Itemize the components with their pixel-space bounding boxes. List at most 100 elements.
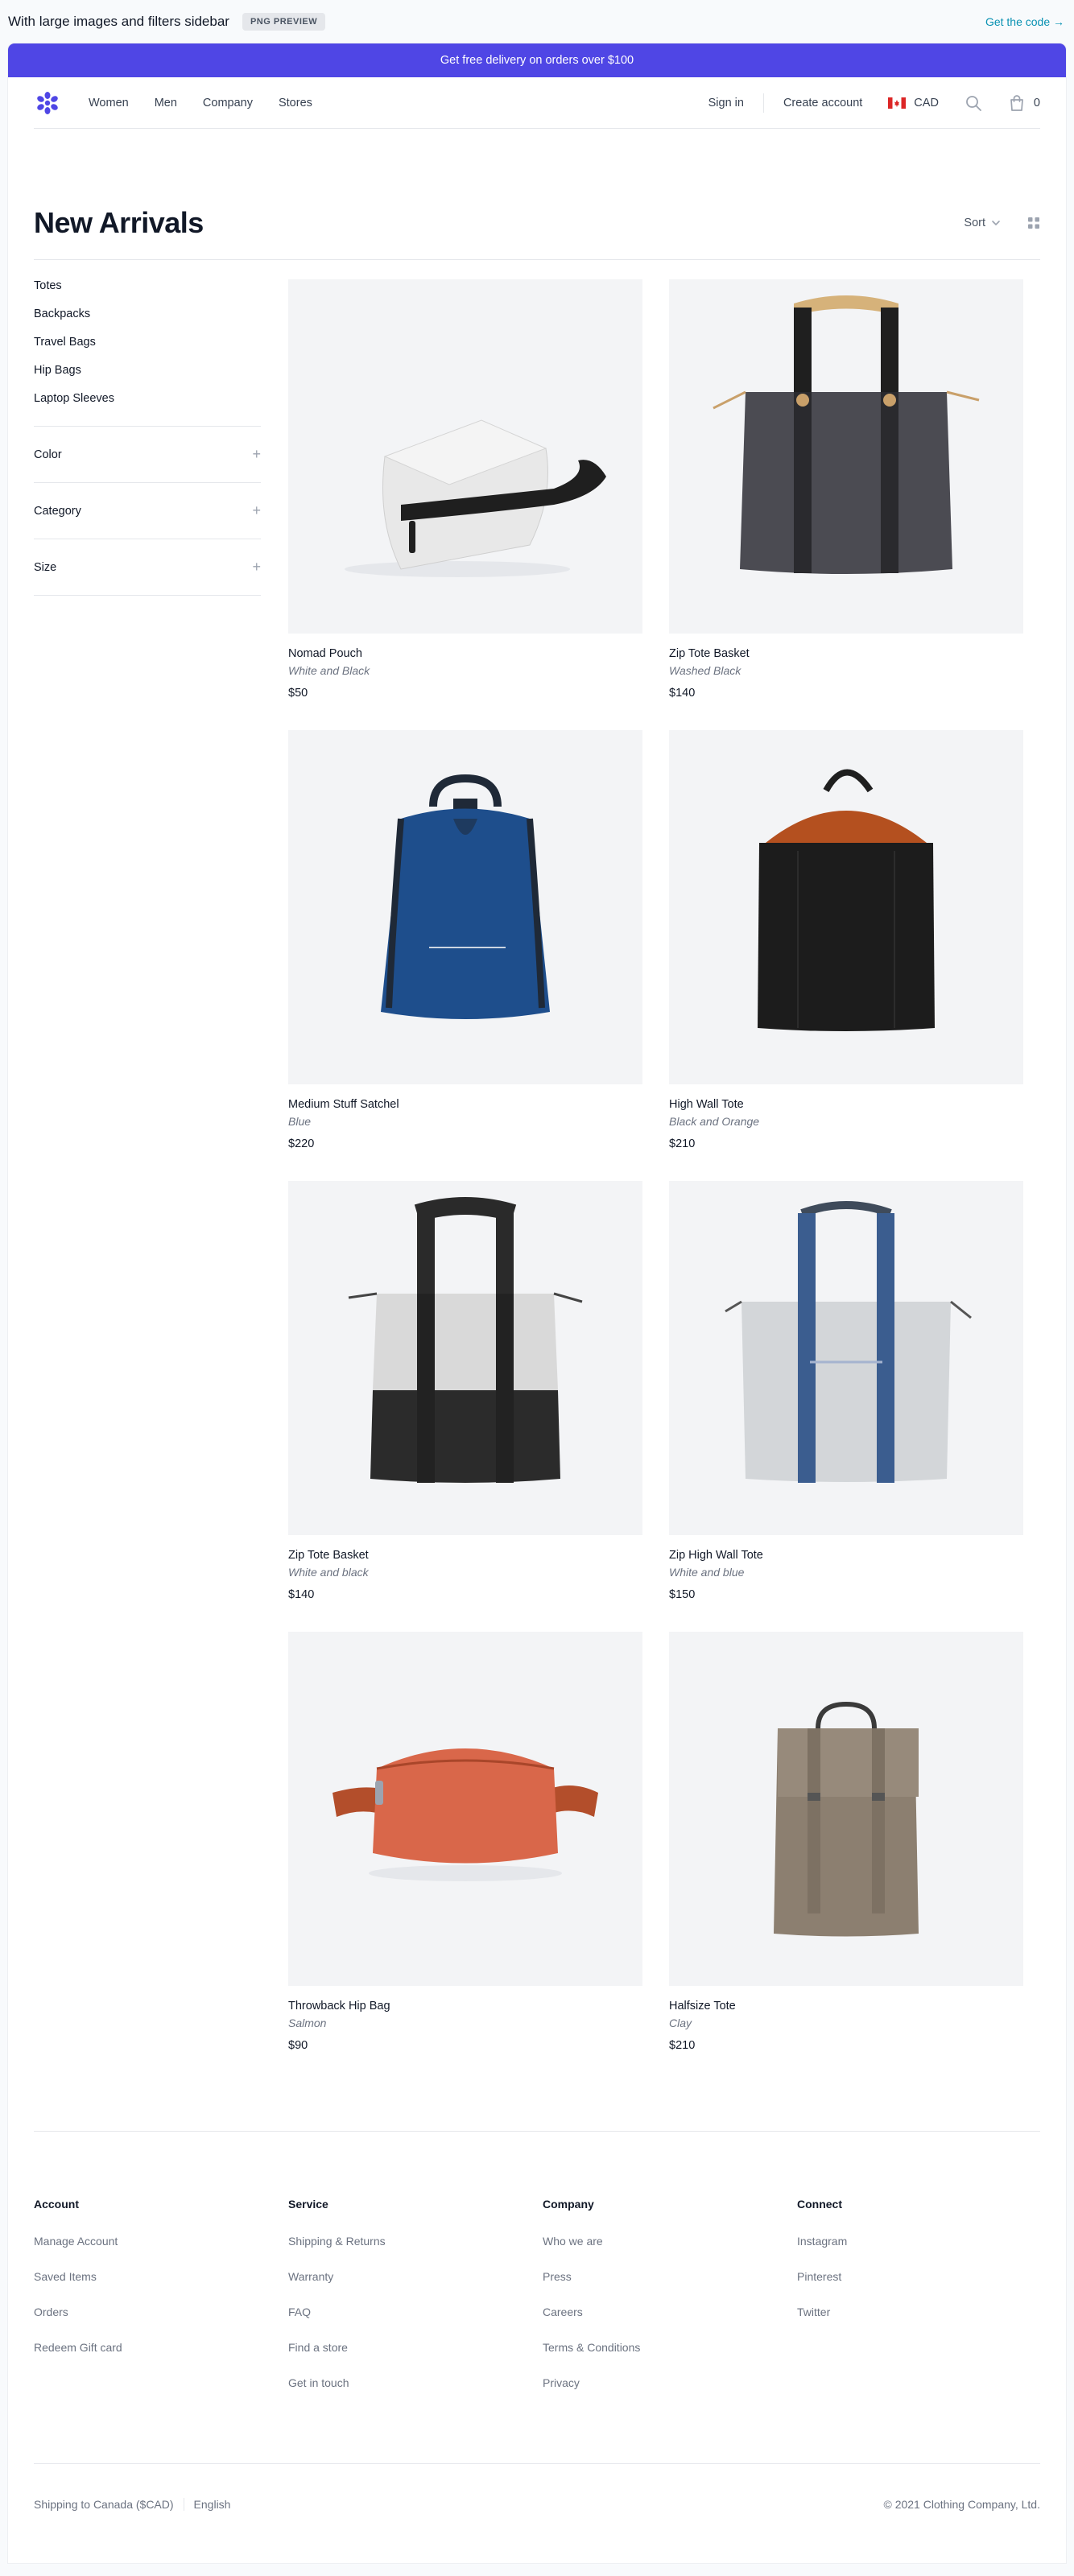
tote-image [348,1197,583,1483]
page-header: New Arrivals Sort [34,206,1040,260]
nav-link-women[interactable]: Women [89,97,129,109]
footer-column-title: Service [288,2198,328,2211]
category-backpacks[interactable]: Backpacks [34,308,261,320]
shipping-region-selector[interactable]: Shipping to Canada ($CAD) [34,2498,174,2511]
preview-badge: PNG PREVIEW [242,13,326,31]
product-image[interactable] [669,1181,1023,1535]
footer-column-connect: Connect Instagram Pinterest Twitter [797,2198,1022,2412]
get-code-link[interactable]: Get the code → [985,15,1064,28]
product-card[interactable]: Halfsize Tote Clay $210 [669,1632,1023,2052]
product-image[interactable] [288,1181,642,1535]
preview-title: With large images and filters sidebar [8,14,229,29]
footer-link[interactable]: Saved Items [34,2270,288,2283]
footer-link[interactable]: Find a store [288,2341,543,2354]
footer-link[interactable]: Privacy [543,2376,797,2389]
footer-link[interactable]: Terms & Conditions [543,2341,797,2354]
sort-label: Sort [964,217,985,229]
category-laptop-sleeves[interactable]: Laptop Sleeves [34,392,261,405]
canada-flag-icon [888,97,907,109]
filter-label: Size [34,560,57,574]
product-price: $90 [288,2039,308,2052]
product-card[interactable]: Medium Stuff Satchel Blue $220 [288,730,642,1150]
copyright: © 2021 Clothing Company, Ltd. [883,2497,1040,2511]
product-color: Black and Orange [669,1115,760,1128]
product-image[interactable] [669,1632,1023,1986]
chevron-down-icon [992,221,1000,226]
high-wall-tote-image [758,769,935,1031]
filter-color[interactable]: Color + [34,427,261,483]
shopping-bag-icon [1010,94,1023,111]
product-color: White and Black [288,664,370,677]
search-button[interactable] [965,94,982,112]
product-image[interactable] [288,730,642,1084]
product-card[interactable]: High Wall Tote Black and Orange $210 [669,730,1023,1150]
sign-in-link[interactable]: Sign in [708,97,744,109]
product-card[interactable]: Zip High Wall Tote White and blue $150 [669,1181,1023,1601]
category-totes[interactable]: Totes [34,279,261,292]
product-color: White and black [288,1566,369,1579]
product-price: $150 [669,1588,696,1601]
footer-link[interactable]: Warranty [288,2270,543,2283]
create-account-link[interactable]: Create account [783,97,862,109]
footer-link[interactable]: FAQ [288,2306,543,2318]
category-hip-bags[interactable]: Hip Bags [34,364,261,377]
product-color: Blue [288,1115,312,1128]
footer-column-title: Company [543,2198,594,2211]
footer-link[interactable]: Manage Account [34,2235,288,2248]
language-selector[interactable]: English [194,2498,231,2511]
nav-divider [762,93,764,113]
product-price: $50 [288,687,308,700]
footer-link[interactable]: Pinterest [797,2270,1022,2283]
product-price: $220 [288,1137,315,1150]
product-card[interactable]: Zip Tote Basket White and black $140 [288,1181,642,1601]
nav-link-company[interactable]: Company [203,97,253,109]
footer-link[interactable]: Press [543,2270,797,2283]
footer-column-service: Service Shipping & Returns Warranty FAQ … [288,2198,543,2412]
tote-image [713,295,980,574]
footer-link[interactable]: Shipping & Returns [288,2235,543,2248]
grid-view-icon[interactable] [1027,217,1040,229]
product-image[interactable] [288,279,642,634]
footer-link[interactable]: Who we are [543,2235,797,2248]
nav-link-stores[interactable]: Stores [279,97,312,109]
nav-link-men[interactable]: Men [155,97,177,109]
product-color: White and blue [669,1566,745,1579]
plus-icon: + [252,559,261,575]
footer-link[interactable]: Redeem Gift card [34,2341,288,2354]
footer-link[interactable]: Twitter [797,2306,1022,2318]
product-color: Clay [669,2017,692,2029]
footer-link[interactable]: Orders [34,2306,288,2318]
category-travel-bags[interactable]: Travel Bags [34,336,261,349]
logo-icon[interactable] [34,89,61,117]
hip-bag-image [333,1748,598,1881]
product-image[interactable] [669,279,1023,634]
currency-selector[interactable]: CAD [888,97,939,109]
product-card[interactable]: Throwback Hip Bag Salmon $90 [288,1632,642,2052]
main-nav: Women Men Company Stores Sign in Create … [34,77,1040,129]
preview-header: With large images and filters sidebar PN… [0,0,1074,43]
product-image[interactable] [669,730,1023,1084]
high-wall-tote-image [725,1201,972,1483]
filter-size[interactable]: Size + [34,539,261,596]
product-name: Nomad Pouch [288,647,362,660]
site-footer: Account Manage Account Saved Items Order… [34,2131,1040,2544]
filter-category[interactable]: Category + [34,483,261,539]
product-price: $140 [288,1588,315,1601]
footer-link[interactable]: Careers [543,2306,797,2318]
search-icon [966,95,981,111]
currency-label: CAD [914,96,939,109]
footer-link[interactable]: Get in touch [288,2376,543,2389]
sort-dropdown[interactable]: Sort [964,217,1002,229]
plus-icon: + [252,446,261,462]
product-card[interactable]: Nomad Pouch White and Black $50 [288,279,642,700]
plus-icon: + [252,502,261,518]
cart-button[interactable]: 0 [1008,94,1040,112]
product-image[interactable] [288,1632,642,1986]
product-name: Halfsize Tote [669,2000,736,2013]
page-title: New Arrivals [34,206,204,239]
store-frame: Get free delivery on orders over $100 Wo… [8,43,1066,2563]
footer-link[interactable]: Instagram [797,2235,1022,2248]
product-card[interactable]: Zip Tote Basket Washed Black $140 [669,279,1023,700]
satchel-image [381,774,550,1019]
product-price: $210 [669,1137,696,1150]
